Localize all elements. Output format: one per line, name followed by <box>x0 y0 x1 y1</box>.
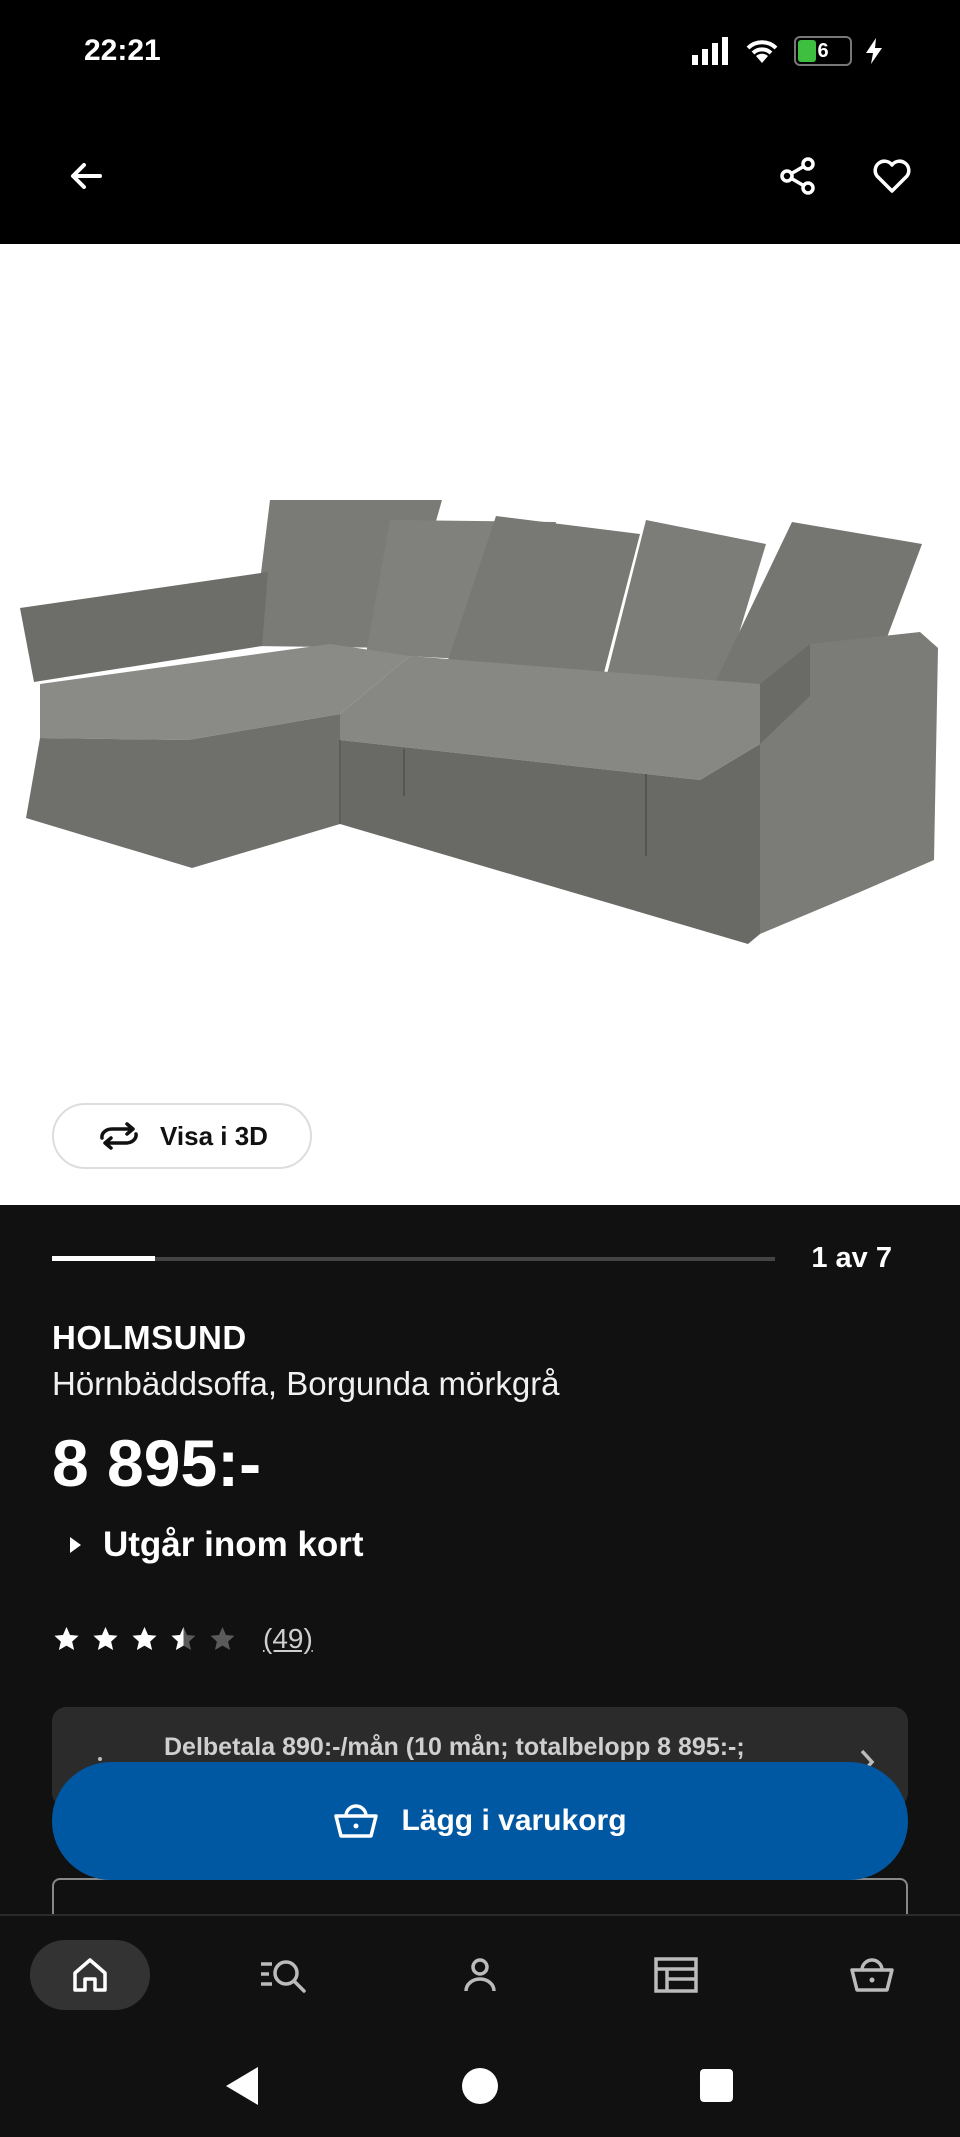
system-recents-button[interactable] <box>700 2069 733 2102</box>
cart-icon <box>334 1804 379 1838</box>
status-icons: 6 <box>690 36 882 66</box>
star-icon <box>210 1627 235 1650</box>
product-name: HOLMSUND <box>52 1319 247 1356</box>
system-back-button[interactable] <box>226 2067 258 2105</box>
heart-outline-icon <box>873 159 911 193</box>
wifi-icon <box>746 40 778 63</box>
product-price: 8 895:- <box>52 1426 262 1500</box>
add-to-cart-button[interactable]: Lägg i varukorg <box>52 1762 908 1880</box>
sofa-product-image <box>20 500 938 944</box>
status-time: 22:21 <box>84 34 161 67</box>
favorite-button[interactable] <box>856 140 928 212</box>
arrow-left-icon <box>71 163 102 189</box>
rotate-3d-icon <box>100 1122 138 1150</box>
star-icon <box>171 1627 196 1650</box>
availability-expander[interactable]: Utgår inom kort <box>70 1525 364 1565</box>
nav-search[interactable] <box>224 1940 344 2010</box>
share-icon <box>780 157 815 195</box>
add-to-cart-label: Lägg i varukorg <box>401 1804 627 1837</box>
nav-cart[interactable] <box>812 1940 932 2010</box>
product-description: Hörnbäddsoffa, Borgunda mörkgrå <box>52 1365 560 1402</box>
gallery-counter: 1 av 7 <box>811 1242 892 1274</box>
star-icon <box>93 1627 118 1650</box>
rating-stars <box>52 1625 237 1653</box>
nav-home[interactable] <box>30 1940 150 2010</box>
view-in-3d-label: Visa i 3D <box>160 1120 268 1151</box>
star-icon <box>54 1627 79 1650</box>
secondary-outlined-card[interactable] <box>52 1878 908 1918</box>
availability-label: Utgår inom kort <box>103 1525 364 1564</box>
installment-text: Delbetala 890:-/mån (10 mån; totalbelopp… <box>164 1733 745 1761</box>
signal-icon <box>692 37 728 65</box>
review-count-link[interactable]: (49) <box>263 1623 313 1655</box>
search-list-icon <box>261 1960 306 1993</box>
star-icon <box>132 1627 157 1650</box>
nav-profile[interactable] <box>420 1940 540 2010</box>
store-icon <box>654 1957 698 1993</box>
nav-store[interactable] <box>616 1940 736 2010</box>
profile-icon <box>464 1958 496 1992</box>
charging-icon <box>866 38 882 64</box>
view-in-3d-button[interactable]: Visa i 3D <box>52 1103 312 1169</box>
battery-icon: 6 <box>794 36 852 66</box>
system-home-button[interactable] <box>462 2068 498 2104</box>
home-icon <box>73 1958 107 1992</box>
product-image-carousel[interactable] <box>0 244 960 1205</box>
back-button[interactable] <box>50 140 122 212</box>
triangle-right-icon <box>70 1537 81 1553</box>
share-button[interactable] <box>762 140 834 212</box>
gallery-progress-track <box>52 1257 775 1261</box>
gallery-progress-fill <box>52 1256 155 1261</box>
product-rating[interactable]: (49) <box>52 1623 313 1655</box>
cart-icon <box>850 1958 894 1992</box>
